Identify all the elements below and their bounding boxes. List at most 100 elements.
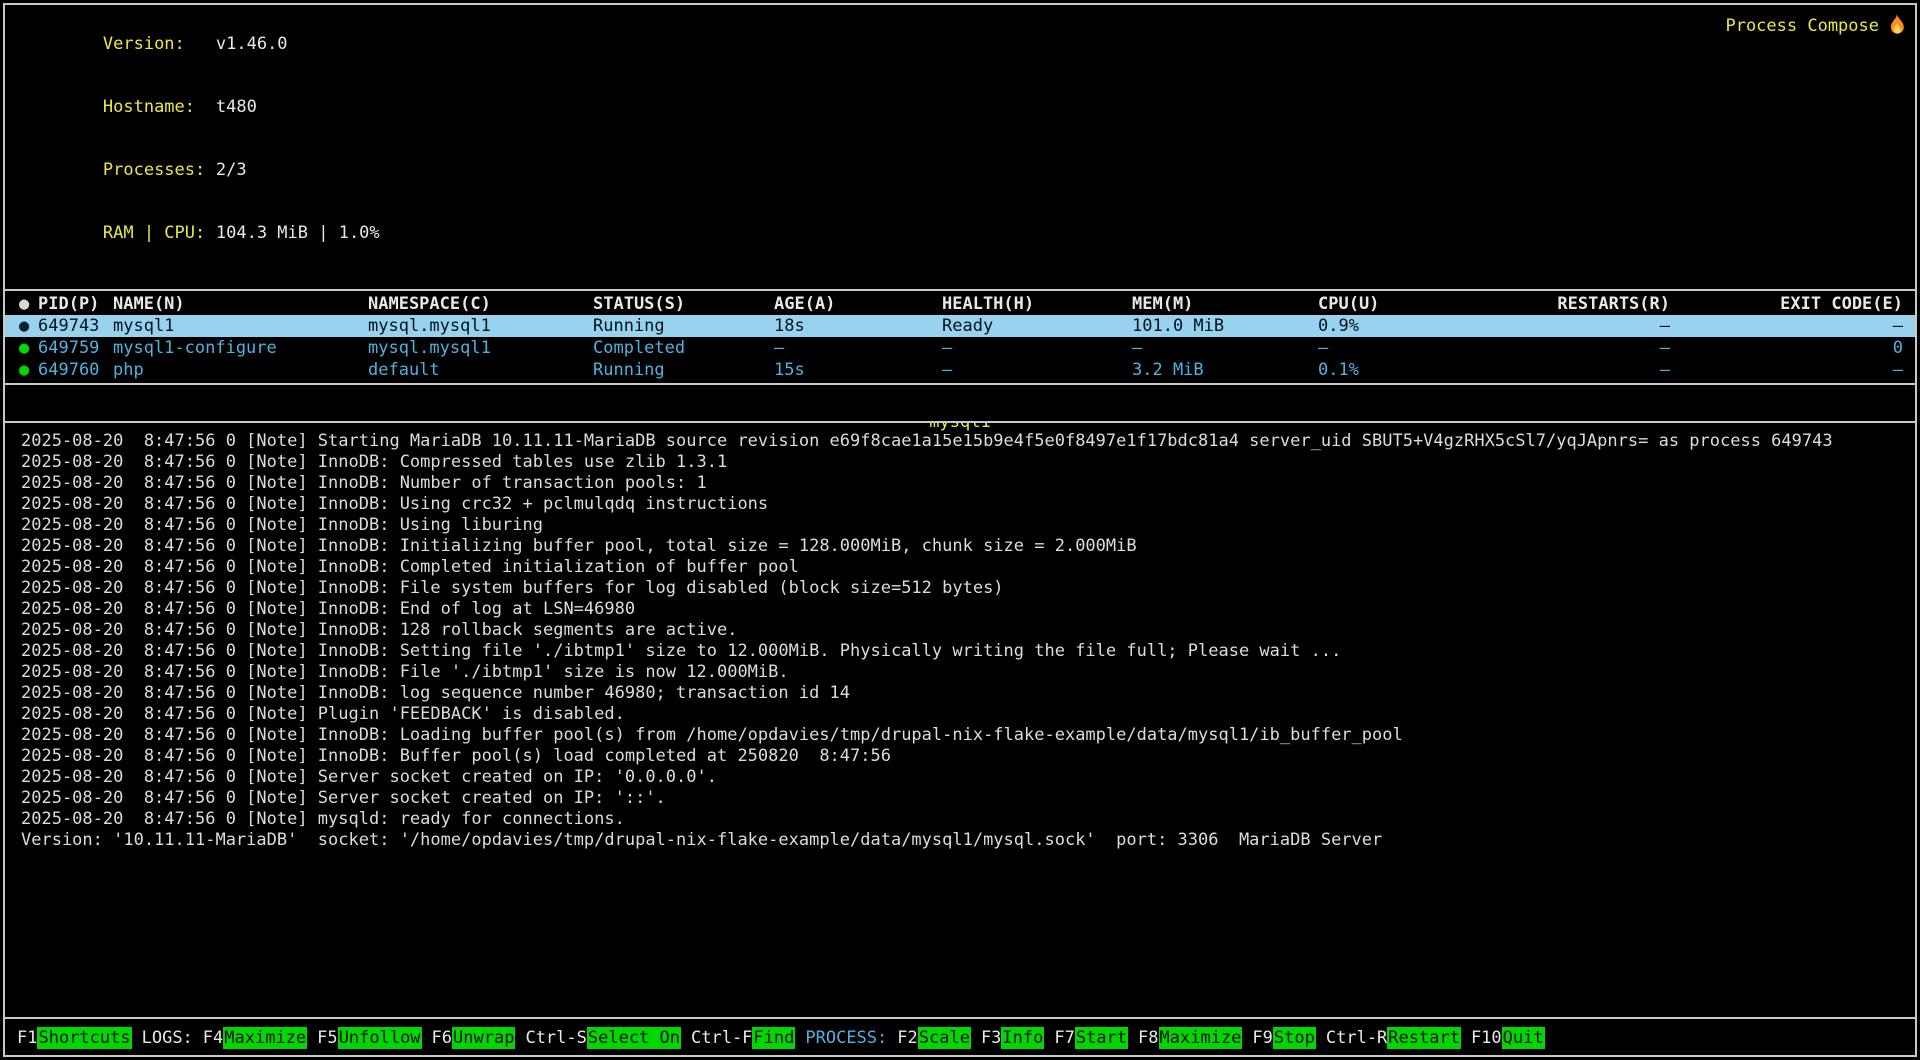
section-label-logs: LOGS: bbox=[142, 1027, 193, 1049]
cell-namespace: mysql.mysql1 bbox=[368, 337, 593, 359]
hostname-line: Hostname:t480 bbox=[21, 76, 380, 139]
version-value: v1.46.0 bbox=[216, 34, 288, 54]
log-line: 2025-08-20 8:47:56 0 [Note] Server socke… bbox=[21, 767, 1905, 788]
column-header-health[interactable]: HEALTH(H) bbox=[942, 293, 1132, 315]
log-line: 2025-08-20 8:47:56 0 [Note] InnoDB: Usin… bbox=[21, 515, 1905, 536]
processes-label: Processes: bbox=[103, 160, 216, 181]
cell-cpu: 0.9% bbox=[1318, 315, 1478, 337]
action-chip: Select On bbox=[587, 1027, 681, 1049]
section-label-process: PROCESS: bbox=[805, 1027, 887, 1049]
log-line: 2025-08-20 8:47:56 0 [Note] InnoDB: Numb… bbox=[21, 473, 1905, 494]
key-label: Ctrl-S bbox=[525, 1027, 586, 1049]
shortcut-f5-unfollow[interactable]: F5Unfollow bbox=[317, 1027, 421, 1049]
version-line: Version:v1.46.0 bbox=[21, 13, 380, 76]
cell-restarts: – bbox=[1478, 337, 1670, 359]
key-label: F7 bbox=[1054, 1027, 1074, 1049]
shortcut-ctrl-f-find[interactable]: Ctrl-FFind bbox=[691, 1027, 795, 1049]
key-label: F3 bbox=[981, 1027, 1001, 1049]
header: Version:v1.46.0 Hostname:t480 Processes:… bbox=[5, 11, 1915, 265]
shortcut-ctrl-s-select[interactable]: Ctrl-SSelect On bbox=[525, 1027, 681, 1049]
cell-cpu: 0.1% bbox=[1318, 359, 1478, 381]
log-line: 2025-08-20 8:47:56 0 [Note] InnoDB: File… bbox=[21, 578, 1905, 599]
action-chip: Info bbox=[1001, 1027, 1044, 1049]
column-header-restarts[interactable]: RESTARTS(R) bbox=[1478, 293, 1670, 315]
log-line: 2025-08-20 8:47:56 0 [Note] Plugin 'FEED… bbox=[21, 704, 1905, 725]
shortcut-f2-scale[interactable]: F2Scale bbox=[897, 1027, 971, 1049]
table-header-row: ● PID(P) NAME(N) NAMESPACE(C) STATUS(S) … bbox=[5, 293, 1915, 315]
action-chip: Quit bbox=[1502, 1027, 1545, 1049]
status-column-header-icon: ● bbox=[19, 293, 38, 315]
column-header-cpu[interactable]: CPU(U) bbox=[1318, 293, 1478, 315]
cell-namespace: default bbox=[368, 359, 593, 381]
cell-pid: 649743 bbox=[38, 315, 113, 337]
ram-cpu-label: RAM | CPU: bbox=[103, 223, 216, 244]
log-output[interactable]: 2025-08-20 8:47:56 0 [Note] Starting Mar… bbox=[5, 423, 1915, 851]
key-label: F8 bbox=[1138, 1027, 1158, 1049]
action-chip: Scale bbox=[918, 1027, 971, 1049]
log-line: Version: '10.11.11-MariaDB' socket: '/ho… bbox=[21, 830, 1905, 851]
key-label: F9 bbox=[1252, 1027, 1272, 1049]
cell-mem: 3.2 MiB bbox=[1132, 359, 1318, 381]
cell-namespace: mysql.mysql1 bbox=[368, 315, 593, 337]
cell-exit-code: 0 bbox=[1670, 337, 1903, 359]
shortcut-f6-unwrap[interactable]: F6Unwrap bbox=[432, 1027, 516, 1049]
cell-health: – bbox=[942, 359, 1132, 381]
column-header-age[interactable]: AGE(A) bbox=[774, 293, 942, 315]
key-label: F4 bbox=[203, 1027, 223, 1049]
column-header-namespace[interactable]: NAMESPACE(C) bbox=[368, 293, 593, 315]
log-line: 2025-08-20 8:47:56 0 [Note] InnoDB: 128 … bbox=[21, 620, 1905, 641]
column-header-mem[interactable]: MEM(M) bbox=[1132, 293, 1318, 315]
process-row-mysql1-configure[interactable]: ● 649759 mysql1-configure mysql.mysql1 C… bbox=[5, 337, 1915, 359]
log-line: 2025-08-20 8:47:56 0 [Note] InnoDB: Sett… bbox=[21, 641, 1905, 662]
process-row-mysql1[interactable]: ● 649743 mysql1 mysql.mysql1 Running 18s… bbox=[5, 315, 1915, 337]
cell-pid: 649759 bbox=[38, 337, 113, 359]
key-label: Ctrl-F bbox=[691, 1027, 752, 1049]
cell-age: – bbox=[774, 337, 942, 359]
key-label: Ctrl-R bbox=[1326, 1027, 1387, 1049]
processes-value: 2/3 bbox=[216, 160, 247, 180]
log-line: 2025-08-20 8:47:56 0 [Note] InnoDB: Comp… bbox=[21, 557, 1905, 578]
shortcut-f7-start[interactable]: F7Start bbox=[1054, 1027, 1128, 1049]
shortcut-f4-maximize-logs[interactable]: F4Maximize bbox=[203, 1027, 307, 1049]
log-panel: mysql1 2025-08-20 8:47:56 0 [Note] Start… bbox=[5, 421, 1915, 1019]
action-chip: Start bbox=[1075, 1027, 1128, 1049]
key-label: F6 bbox=[432, 1027, 452, 1049]
key-label: F10 bbox=[1471, 1027, 1502, 1049]
log-line: 2025-08-20 8:47:56 0 [Note] Server socke… bbox=[21, 788, 1905, 809]
hostname-label: Hostname: bbox=[103, 97, 216, 118]
process-row-php[interactable]: ● 649760 php default Running 15s – 3.2 M… bbox=[5, 359, 1915, 381]
shortcut-ctrl-r-restart[interactable]: Ctrl-RRestart bbox=[1326, 1027, 1461, 1049]
column-header-status[interactable]: STATUS(S) bbox=[593, 293, 774, 315]
shortcut-f9-stop[interactable]: F9Stop bbox=[1252, 1027, 1315, 1049]
cell-mem: 101.0 MiB bbox=[1132, 315, 1318, 337]
action-chip: Unwrap bbox=[452, 1027, 515, 1049]
action-chip: Restart bbox=[1387, 1027, 1461, 1049]
app-title-text: Process Compose bbox=[1725, 16, 1879, 37]
shortcut-f8-maximize-process[interactable]: F8Maximize bbox=[1138, 1027, 1242, 1049]
ram-cpu-value: 104.3 MiB | 1.0% bbox=[216, 223, 380, 243]
shortcut-f10-quit[interactable]: F10Quit bbox=[1471, 1027, 1545, 1049]
shortcut-f3-info[interactable]: F3Info bbox=[981, 1027, 1044, 1049]
log-line: 2025-08-20 8:47:56 0 [Note] InnoDB: Init… bbox=[21, 536, 1905, 557]
cell-restarts: – bbox=[1478, 315, 1670, 337]
column-header-exit-code[interactable]: EXIT CODE(E) bbox=[1670, 293, 1903, 315]
key-label: F1 bbox=[17, 1027, 37, 1049]
column-header-name[interactable]: NAME(N) bbox=[113, 293, 368, 315]
process-compose-terminal: Version:v1.46.0 Hostname:t480 Processes:… bbox=[3, 3, 1917, 1057]
status-dot-icon: ● bbox=[19, 337, 38, 359]
log-line: 2025-08-20 8:47:56 0 [Note] mysqld: read… bbox=[21, 809, 1905, 830]
cell-exit-code: – bbox=[1670, 359, 1903, 381]
action-chip: Unfollow bbox=[338, 1027, 422, 1049]
cell-age: 18s bbox=[774, 315, 942, 337]
cell-health: – bbox=[942, 337, 1132, 359]
hostname-value: t480 bbox=[216, 97, 257, 117]
cell-status: Running bbox=[593, 359, 774, 381]
fire-icon bbox=[1887, 13, 1905, 40]
system-info: Version:v1.46.0 Hostname:t480 Processes:… bbox=[21, 13, 380, 265]
shortcut-f1-shortcuts[interactable]: F1Shortcuts bbox=[17, 1027, 132, 1049]
column-header-pid[interactable]: PID(P) bbox=[38, 293, 113, 315]
key-label: F2 bbox=[897, 1027, 917, 1049]
log-line: 2025-08-20 8:47:56 0 [Note] InnoDB: Usin… bbox=[21, 494, 1905, 515]
cell-name: mysql1 bbox=[113, 315, 368, 337]
cell-health: Ready bbox=[942, 315, 1132, 337]
